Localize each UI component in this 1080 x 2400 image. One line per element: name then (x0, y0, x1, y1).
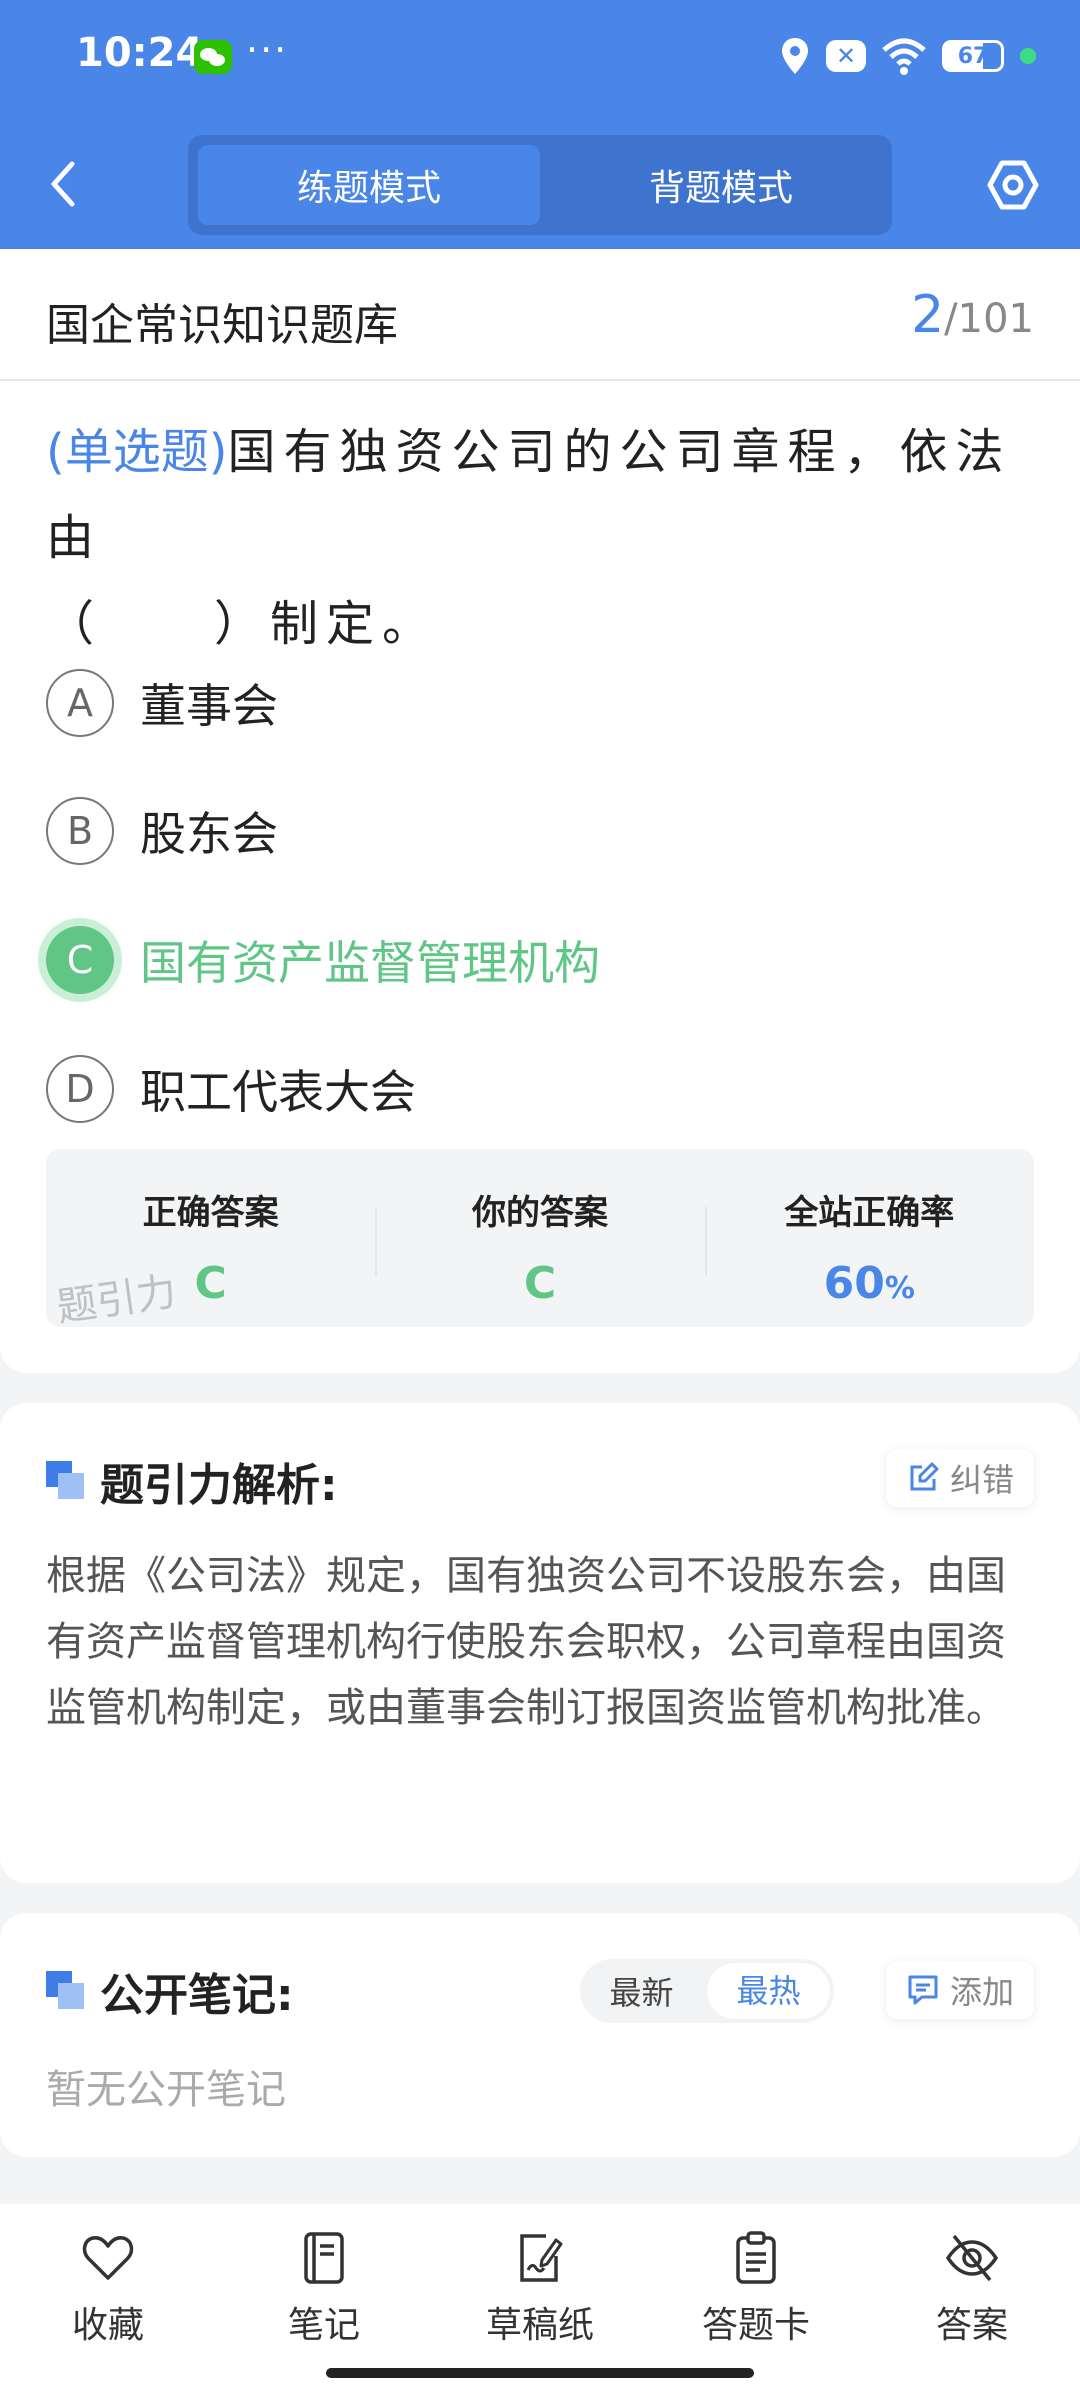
option-letter: C (46, 926, 114, 994)
add-note-icon (908, 1975, 938, 2005)
status-time: 10:24 (76, 30, 204, 76)
wechat-icon (194, 40, 232, 74)
sort-hot[interactable]: 最热 (707, 1963, 830, 2019)
accuracy-number: 60 (823, 1258, 885, 1309)
option-b[interactable]: B 股东会 (46, 790, 1036, 872)
heart-icon (82, 2236, 134, 2280)
eye-off-icon (945, 2234, 999, 2282)
x-badge-icon: ✕ (826, 40, 866, 72)
notes-button[interactable]: 笔记 (224, 2230, 424, 2348)
bottom-toolbar: 收藏 笔记 草稿纸 答题卡 答案 (0, 2204, 1080, 2400)
tab-recite-mode[interactable]: 背题模式 (550, 135, 892, 235)
option-d[interactable]: D 职工代表大会 (46, 1048, 1036, 1130)
status-bar: 10:24 ··· ✕ 67 (0, 0, 1080, 120)
answer-summary: 正确答案 C 题引力 你的答案 C 全站正确率 60% (46, 1149, 1034, 1327)
option-a[interactable]: A 董事会 (46, 662, 1036, 744)
stem-line-2: （ ）制定。 (46, 596, 439, 652)
notes-title: 公开笔记: (46, 1959, 294, 2023)
option-text: 职工代表大会 (140, 1065, 416, 1119)
question-bank-title: 国企常识知识题库 (46, 300, 398, 351)
battery-icon: 67 (942, 40, 1004, 72)
correct-answer-label: 正确答案 (142, 1193, 279, 1233)
app-header: 10:24 ··· ✕ 67 练题模式 背题模式 (0, 0, 1080, 249)
current-question-number: 2 (911, 285, 945, 345)
sort-latest[interactable]: 最新 (580, 1968, 703, 2014)
section-marker-icon (46, 1971, 86, 2011)
correct-answer: 正确答案 C 题引力 (46, 1149, 375, 1327)
accuracy-unit: % (884, 1271, 915, 1306)
notes-sort-toggle: 最新 最热 (580, 1959, 834, 2023)
notes-label: 笔记 (287, 2305, 360, 2346)
tab-practice-mode[interactable]: 练题模式 (198, 145, 540, 225)
clipboard-icon (736, 2231, 776, 2284)
show-answer-label: 答案 (935, 2305, 1008, 2346)
your-answer-value: C (523, 1258, 557, 1309)
mode-switch: 练题模式 背题模式 (188, 135, 892, 235)
active-dot-icon (1020, 48, 1036, 64)
your-answer-label: 你的答案 (471, 1193, 608, 1233)
site-accuracy-value: 60% (705, 1258, 1034, 1309)
show-answer-button[interactable]: 答案 (872, 2230, 1072, 2348)
edit-icon (910, 1462, 939, 1491)
location-icon (782, 38, 808, 74)
notes-title-text: 公开笔记: (100, 1970, 294, 2021)
add-note-label: 添加 (949, 1973, 1014, 2011)
divider (0, 379, 1080, 381)
option-text: 国有资产监督管理机构 (140, 936, 600, 990)
analysis-text: 根据《公司法》规定，国有独资公司不设股东会，由国有资产监督管理机构行使股东会职权… (46, 1553, 1006, 1731)
analysis-title: 题引力解析: (46, 1449, 338, 1513)
section-marker-icon (46, 1461, 86, 1501)
back-arrow-icon[interactable] (44, 158, 84, 210)
draft-paper-label: 草稿纸 (485, 2305, 594, 2346)
draft-paper-button[interactable]: 草稿纸 (440, 2230, 640, 2348)
answer-card-button[interactable]: 答题卡 (656, 2230, 856, 2348)
question-panel: 国企常识知识题库 2/101 (单选题)国有独资公司的公司章程，依法由 （ ）制… (0, 249, 1080, 1373)
draft-icon (520, 2234, 563, 2282)
total-questions: /101 (944, 296, 1034, 342)
add-note-button[interactable]: 添加 (885, 1961, 1034, 2019)
question-counter[interactable]: 2/101 (911, 285, 1034, 345)
option-letter: A (46, 669, 114, 737)
your-answer: 你的答案 C (375, 1149, 704, 1327)
option-text: 董事会 (140, 679, 278, 733)
favorite-button[interactable]: 收藏 (8, 2230, 208, 2348)
analysis-title-text: 题引力解析: (100, 1460, 338, 1511)
notebook-icon (304, 2232, 344, 2284)
option-c[interactable]: C 国有资产监督管理机构 (46, 919, 1036, 1001)
battery-level: 67 (957, 43, 989, 69)
public-notes-card: 公开笔记: 最新 最热 添加 暂无公开笔记 (0, 1913, 1080, 2157)
status-icons: ✕ 67 (780, 36, 1036, 76)
favorite-label: 收藏 (71, 2305, 144, 2346)
report-error-button[interactable]: 纠错 (885, 1449, 1034, 1507)
settings-hexagon-icon[interactable] (986, 158, 1040, 212)
option-text: 股东会 (140, 807, 278, 861)
option-letter: D (46, 1055, 114, 1123)
option-letter: B (46, 797, 114, 865)
question-stem: (单选题)国有独资公司的公司章程，依法由 （ ）制定。 (46, 409, 1036, 667)
site-accuracy-label: 全站正确率 (784, 1193, 955, 1233)
answer-card-label: 答题卡 (701, 2305, 810, 2346)
question-type-label: (单选题) (46, 424, 228, 480)
notes-empty-text: 暂无公开笔记 (46, 2067, 286, 2113)
report-error-label: 纠错 (949, 1461, 1014, 1499)
home-indicator[interactable] (326, 2368, 754, 2378)
more-notifications-icon: ··· (246, 28, 289, 72)
wifi-icon (882, 38, 926, 75)
analysis-card: 题引力解析: 纠错 根据《公司法》规定，国有独资公司不设股东会，由国有资产监督管… (0, 1403, 1080, 1883)
site-accuracy: 全站正确率 60% (704, 1149, 1034, 1327)
